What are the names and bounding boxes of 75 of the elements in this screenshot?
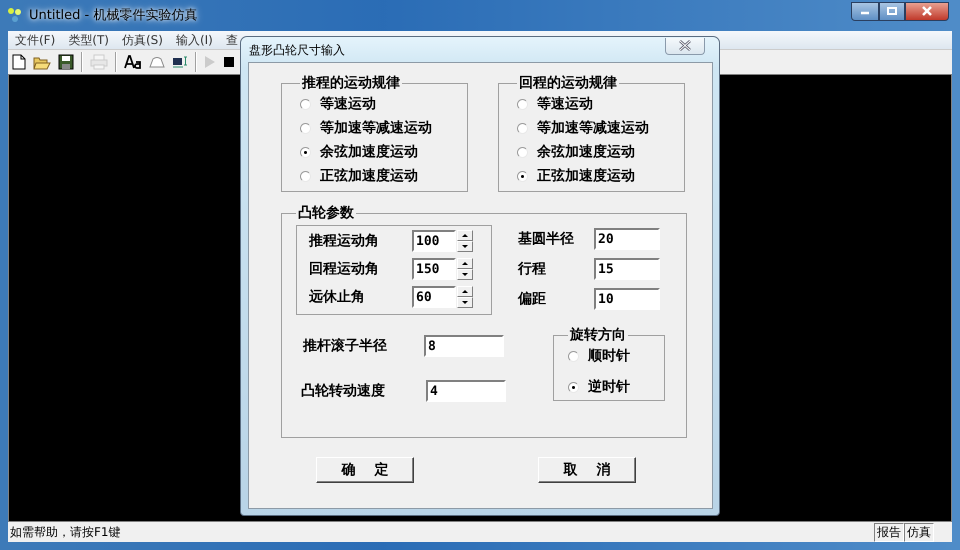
radio-option[interactable]: 等速运动 — [517, 92, 593, 116]
close-icon[interactable] — [678, 40, 692, 51]
menu-item[interactable]: 仿真(S) — [116, 32, 170, 48]
radio-circle[interactable] — [300, 146, 311, 158]
close-button[interactable] — [665, 38, 705, 54]
field-label: 偏距 — [518, 290, 547, 308]
radio-circle[interactable] — [517, 170, 528, 182]
radio-option[interactable]: 等加速等减速运动 — [300, 116, 432, 140]
radio-circle[interactable] — [517, 122, 528, 134]
input-field[interactable]: 8 — [424, 335, 504, 357]
status-panel: 仿真 — [904, 522, 934, 542]
input-field[interactable]: 60 — [412, 286, 456, 308]
spin-down-button[interactable] — [457, 297, 473, 308]
up-arrow-icon — [462, 290, 468, 293]
window-icon[interactable] — [172, 55, 188, 69]
radio-circle[interactable] — [568, 350, 579, 362]
radio-option[interactable]: 余弦加速度运动 — [300, 140, 418, 164]
input-field[interactable]: 100 — [412, 230, 456, 252]
menu-item[interactable]: 输入(I) — [170, 32, 220, 48]
spin-up-button[interactable] — [457, 286, 473, 297]
group-title: 凸轮参数 — [297, 204, 355, 222]
radio-option[interactable]: 等加速等减速运动 — [517, 116, 649, 140]
radio-circle[interactable] — [517, 146, 528, 158]
input-field[interactable]: 20 — [594, 228, 660, 250]
radio-circle[interactable] — [300, 122, 311, 134]
spin-down-button[interactable] — [457, 241, 473, 252]
app-icon — [7, 7, 23, 23]
radio-option[interactable]: 逆时针 — [568, 375, 630, 399]
arch-shape-icon[interactable] — [149, 56, 165, 68]
field-label: 远休止角 — [309, 288, 366, 306]
spin-up-button[interactable] — [457, 230, 473, 241]
window-title: Untitled - 机械零件实验仿真 — [29, 7, 198, 24]
field-label: 凸轮转动速度 — [301, 382, 386, 400]
up-arrow-icon — [462, 262, 468, 265]
spin-down-button[interactable] — [457, 269, 473, 280]
stop-icon[interactable] — [223, 56, 235, 68]
input-field[interactable]: 150 — [412, 258, 456, 280]
group-title: 回程的运动规律 — [518, 74, 618, 92]
radio-option[interactable]: 正弦加速度运动 — [300, 164, 418, 188]
font-icon[interactable] — [124, 55, 142, 69]
input-field[interactable]: 4 — [426, 380, 506, 402]
down-arrow-icon — [462, 273, 468, 276]
menu-item[interactable]: 文件(F) — [9, 32, 62, 48]
field-label: 回程运动角 — [309, 260, 380, 278]
radio-option[interactable]: 正弦加速度运动 — [517, 164, 635, 188]
radio-option[interactable]: 等速运动 — [300, 92, 376, 116]
radio-circle[interactable] — [517, 98, 528, 110]
radio-circle[interactable] — [300, 98, 311, 110]
ok-button[interactable]: 确 定 — [316, 457, 414, 483]
input-field[interactable]: 10 — [594, 288, 660, 310]
up-arrow-icon — [462, 234, 468, 237]
field-label: 行程 — [518, 260, 547, 278]
down-arrow-icon — [462, 301, 468, 304]
folder-icon[interactable] — [33, 54, 51, 70]
radio-circle[interactable] — [568, 382, 579, 392]
field-label: 推程运动角 — [309, 232, 380, 250]
new-file-icon[interactable] — [12, 54, 26, 70]
group-title: 旋转方向 — [568, 326, 627, 344]
radio-circle[interactable] — [300, 170, 311, 182]
input-field[interactable]: 15 — [594, 258, 660, 280]
minimize-button[interactable] — [851, 2, 879, 20]
field-label: 推杆滚子半径 — [303, 337, 388, 355]
menu-item[interactable]: 类型(T) — [62, 32, 116, 48]
status-panel: 报告 — [874, 522, 904, 542]
dialog-title: 盘形凸轮尺寸输入 — [248, 42, 345, 59]
radio-option[interactable]: 顺时针 — [568, 344, 630, 368]
status-text: 如需帮助，请按F1键 — [9, 524, 121, 540]
group-title: 推程的运动规律 — [300, 74, 401, 92]
maximize-button[interactable] — [879, 2, 905, 20]
close-button[interactable] — [905, 2, 949, 20]
down-arrow-icon — [462, 245, 468, 248]
spin-up-button[interactable] — [457, 258, 473, 269]
field-label: 基圆半径 — [518, 230, 575, 248]
radio-option[interactable]: 余弦加速度运动 — [517, 140, 635, 164]
cancel-button[interactable]: 取 消 — [538, 457, 636, 483]
